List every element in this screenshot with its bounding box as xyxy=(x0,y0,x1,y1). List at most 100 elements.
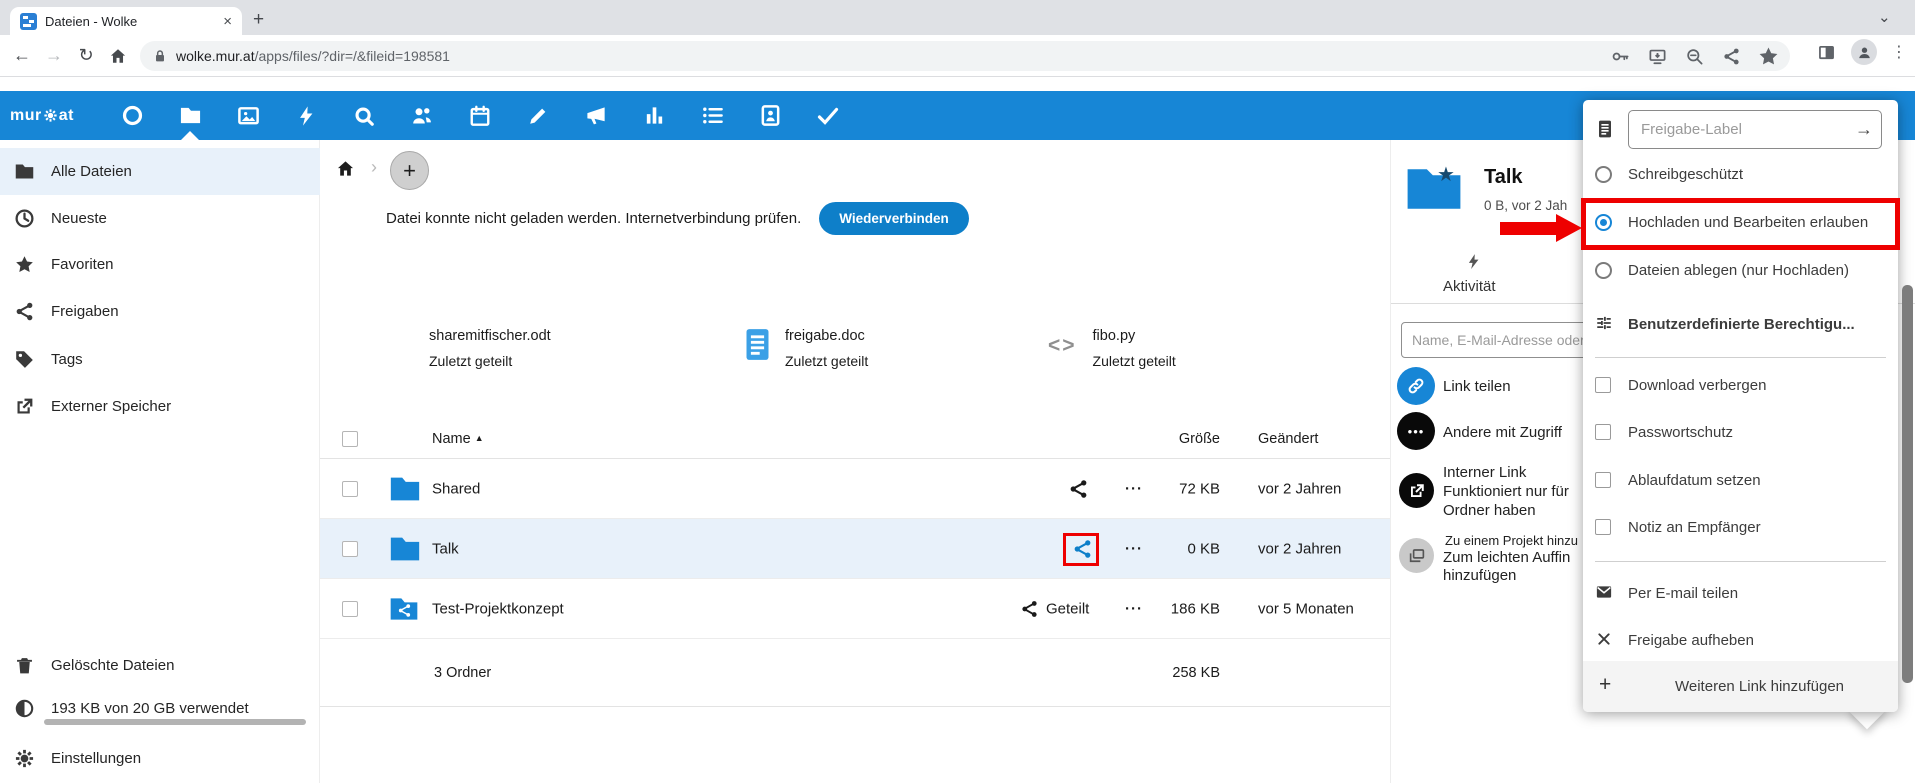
file-name[interactable]: Test-Projektkonzept xyxy=(432,600,564,617)
back-button[interactable]: ← xyxy=(6,45,38,66)
sidebar-item-shares[interactable]: Freigaben xyxy=(0,288,320,335)
url-bar[interactable]: wolke.mur.at/apps/files/?dir=/&fileid=19… xyxy=(140,41,1790,71)
contacts-icon[interactable] xyxy=(410,103,435,128)
checkbox-expiration-label[interactable]: Ablaufdatum setzen xyxy=(1628,472,1761,489)
new-file-button[interactable]: + xyxy=(390,151,429,190)
forward-button[interactable]: → xyxy=(38,45,70,66)
row-actions-icon[interactable]: ··· xyxy=(1125,480,1143,497)
sidebar-item-external-storage[interactable]: Externer Speicher xyxy=(0,383,320,430)
calendar-icon[interactable] xyxy=(468,103,493,128)
custom-permissions-label[interactable]: Benutzerdefinierte Berechtigu... xyxy=(1628,316,1855,333)
share-link-icon[interactable] xyxy=(1397,367,1435,405)
checkbox-note-label[interactable]: Notiz an Empfänger xyxy=(1628,519,1761,536)
photos-icon[interactable] xyxy=(236,103,261,128)
zoom-out-icon[interactable] xyxy=(1685,47,1704,66)
announcements-icon[interactable] xyxy=(584,103,609,128)
tab-activity[interactable]: Aktivität xyxy=(1443,278,1496,295)
column-size[interactable]: Größe xyxy=(1148,431,1220,447)
profile-avatar[interactable] xyxy=(1851,39,1877,65)
file-name[interactable]: Talk xyxy=(432,540,459,557)
shared-status-label[interactable]: Geteilt xyxy=(1046,600,1089,617)
share-page-icon[interactable] xyxy=(1722,47,1741,66)
select-all-checkbox[interactable] xyxy=(342,431,358,447)
browser-tab[interactable]: Dateien - Wolke × xyxy=(10,7,242,35)
radio-file-drop-label[interactable]: Dateien ablegen (nur Hochladen) xyxy=(1628,262,1849,279)
radio-file-drop[interactable] xyxy=(1595,262,1612,279)
files-icon[interactable] xyxy=(178,103,203,128)
contact-card-icon[interactable] xyxy=(758,103,783,128)
add-to-project-icon[interactable] xyxy=(1399,538,1434,573)
password-key-icon[interactable] xyxy=(1611,47,1630,66)
checkbox-password-label[interactable]: Passwortschutz xyxy=(1628,424,1733,441)
browser-menu-icon[interactable]: ⋮ xyxy=(1891,50,1907,55)
analytics-icon[interactable] xyxy=(642,103,667,128)
details-title: Talk xyxy=(1484,166,1523,189)
share-action-icon[interactable] xyxy=(1020,599,1039,618)
dashboard-icon[interactable] xyxy=(120,103,145,128)
share-search-input[interactable] xyxy=(1401,322,1611,358)
row-actions-icon[interactable]: ··· xyxy=(1125,600,1143,617)
add-another-link-row[interactable]: + Weiteren Link hinzufügen xyxy=(1583,661,1898,712)
file-row-talk[interactable]: Talk ··· 0 KB vor 2 Jahren xyxy=(320,519,1390,579)
internal-link-title[interactable]: Interner Link xyxy=(1443,464,1526,481)
radio-read-only-label[interactable]: Schreibgeschützt xyxy=(1628,166,1743,183)
internal-link-icon[interactable] xyxy=(1399,473,1434,508)
others-access-label[interactable]: Andere mit Zugriff xyxy=(1443,424,1562,441)
sidebar-item-recent[interactable]: Neueste xyxy=(0,195,320,242)
checkbox-expiration[interactable] xyxy=(1595,472,1611,488)
recommendation-item[interactable]: sharemitfischer.odt Zuletzt geteilt xyxy=(429,328,551,369)
checkbox-hide-download-label[interactable]: Download verbergen xyxy=(1628,377,1766,394)
tasks-icon[interactable] xyxy=(700,103,725,128)
search-icon[interactable] xyxy=(352,103,377,128)
project-title[interactable]: Zu einem Projekt hinzu xyxy=(1445,533,1578,548)
share-action-icon[interactable] xyxy=(1068,478,1089,499)
share-link-label[interactable]: Link teilen xyxy=(1443,378,1511,395)
recommendation-item[interactable]: <> fibo.py Zuletzt geteilt xyxy=(1048,328,1176,369)
others-access-icon[interactable]: ••• xyxy=(1397,412,1435,450)
sidebar-item-deleted-files[interactable]: Gelöschte Dateien xyxy=(0,642,320,689)
breadcrumb-separator-icon: › xyxy=(371,157,377,178)
recommendation-item[interactable]: freigabe.doc Zuletzt geteilt xyxy=(744,328,868,369)
breadcrumb-home-icon[interactable] xyxy=(336,159,355,178)
share-label-input[interactable] xyxy=(1628,110,1882,149)
checkbox-password[interactable] xyxy=(1595,424,1611,440)
home-button[interactable] xyxy=(102,47,134,65)
notes-icon[interactable] xyxy=(526,103,551,128)
checks-icon[interactable] xyxy=(816,103,841,128)
sidebar-item-tags[interactable]: Tags xyxy=(0,336,320,383)
tab-title: Dateien - Wolke xyxy=(45,14,215,29)
page-scrollbar[interactable] xyxy=(1902,285,1913,683)
murat-logo[interactable]: murat xyxy=(10,107,74,125)
radio-read-only[interactable] xyxy=(1595,166,1612,183)
column-modified[interactable]: Geändert xyxy=(1258,431,1318,447)
install-app-icon[interactable] xyxy=(1648,47,1667,66)
sidebar-item-settings[interactable]: Einstellungen xyxy=(0,735,320,782)
column-name[interactable]: Name ▲ xyxy=(432,431,484,447)
share-email-label[interactable]: Per E-mail teilen xyxy=(1628,585,1738,602)
url-text[interactable]: wolke.mur.at/apps/files/?dir=/&fileid=19… xyxy=(176,48,450,64)
row-checkbox[interactable] xyxy=(342,541,358,557)
reconnect-button[interactable]: Wiederverbinden xyxy=(819,202,968,235)
file-row-test-projektkonzept[interactable]: Test-Projektkonzept Geteilt ··· 186 KB v… xyxy=(320,579,1390,639)
new-tab-button[interactable]: + xyxy=(253,9,264,31)
checkbox-note[interactable] xyxy=(1595,519,1611,535)
bookmark-star-icon[interactable] xyxy=(1759,47,1778,66)
side-panel-icon[interactable] xyxy=(1816,42,1837,63)
row-actions-icon[interactable]: ··· xyxy=(1125,540,1143,557)
reload-button[interactable]: ↻ xyxy=(70,45,102,66)
activity-icon[interactable] xyxy=(294,103,319,128)
sidebar-item-favorites[interactable]: Favoriten xyxy=(0,241,320,288)
submit-label-icon[interactable]: → xyxy=(1855,119,1873,140)
close-tab-icon[interactable]: × xyxy=(223,14,232,29)
tab-search-chevron-icon[interactable]: ⌄ xyxy=(1878,8,1891,26)
row-checkbox[interactable] xyxy=(342,601,358,617)
file-row-shared[interactable]: Shared ··· 72 KB vor 2 Jahren xyxy=(320,459,1390,519)
file-name[interactable]: Shared xyxy=(432,480,480,497)
row-checkbox[interactable] xyxy=(342,481,358,497)
unshare-label[interactable]: Freigabe aufheben xyxy=(1628,632,1754,649)
favorite-star-icon[interactable]: ★ xyxy=(1437,162,1455,187)
add-another-link-label[interactable]: Weiteren Link hinzufügen xyxy=(1675,678,1844,695)
sidebar-item-all-files[interactable]: Alle Dateien xyxy=(0,148,320,195)
annotation-arrow-head xyxy=(1556,214,1582,242)
checkbox-hide-download[interactable] xyxy=(1595,377,1611,393)
